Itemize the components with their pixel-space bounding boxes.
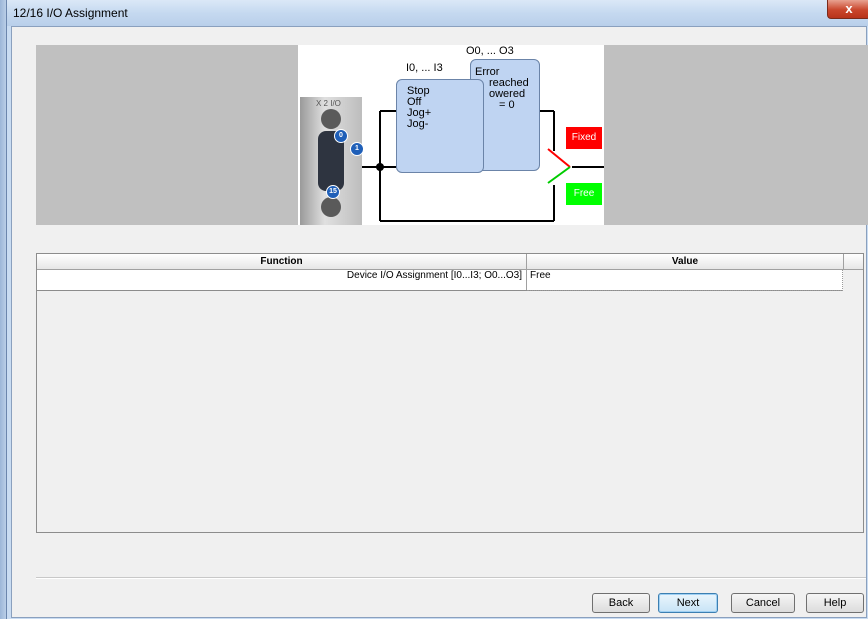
title-bar[interactable]: 12/16 I/O Assignment x xyxy=(7,0,868,26)
table-header: Function Value xyxy=(37,254,863,270)
screw-top-icon xyxy=(321,109,341,129)
free-label: Free xyxy=(566,183,602,205)
pin-1-badge: 1 xyxy=(350,142,364,156)
table-row[interactable]: Device I/O Assignment [I0...I3; O0...O3]… xyxy=(37,270,843,291)
io-diagram: X 2 I/O 0 1 15 Error reached owered = 0 … xyxy=(298,45,604,225)
fixed-label: Fixed xyxy=(566,127,602,149)
help-button[interactable]: Help xyxy=(806,593,864,613)
value-cell[interactable]: Free xyxy=(527,270,843,291)
close-button[interactable]: x xyxy=(827,0,868,19)
dialog-client-area: X 2 I/O 0 1 15 Error reached owered = 0 … xyxy=(11,26,868,618)
cancel-button[interactable]: Cancel xyxy=(731,593,795,613)
sub-d-connector: X 2 I/O 0 1 15 xyxy=(300,97,364,225)
function-cell: Device I/O Assignment [I0...I3; O0...O3] xyxy=(37,270,527,290)
screw-bottom-icon xyxy=(321,197,341,217)
io-diagram-banner: X 2 I/O 0 1 15 Error reached owered = 0 … xyxy=(36,45,868,225)
pin-0-badge: 0 xyxy=(334,129,348,143)
footer-separator xyxy=(36,577,866,579)
inputs-label: I0, ... I3 xyxy=(406,62,443,74)
window-title: 12/16 I/O Assignment xyxy=(13,6,128,20)
column-header-function[interactable]: Function xyxy=(37,254,527,269)
connector-label: X 2 I/O xyxy=(316,99,341,108)
column-header-value[interactable]: Value xyxy=(527,254,844,269)
outputs-label: O0, ... O3 xyxy=(466,45,514,57)
assignment-table: Function Value Device I/O Assignment [I0… xyxy=(36,253,864,533)
next-button[interactable]: Next xyxy=(658,593,718,613)
input-functions-box: Stop Off Jog+ Jog- xyxy=(396,79,484,173)
dialog-window: 12/16 I/O Assignment x X 2 I/O 0 1 15 Er… xyxy=(6,0,868,619)
back-button[interactable]: Back xyxy=(592,593,650,613)
pin-15-badge: 15 xyxy=(326,185,340,199)
